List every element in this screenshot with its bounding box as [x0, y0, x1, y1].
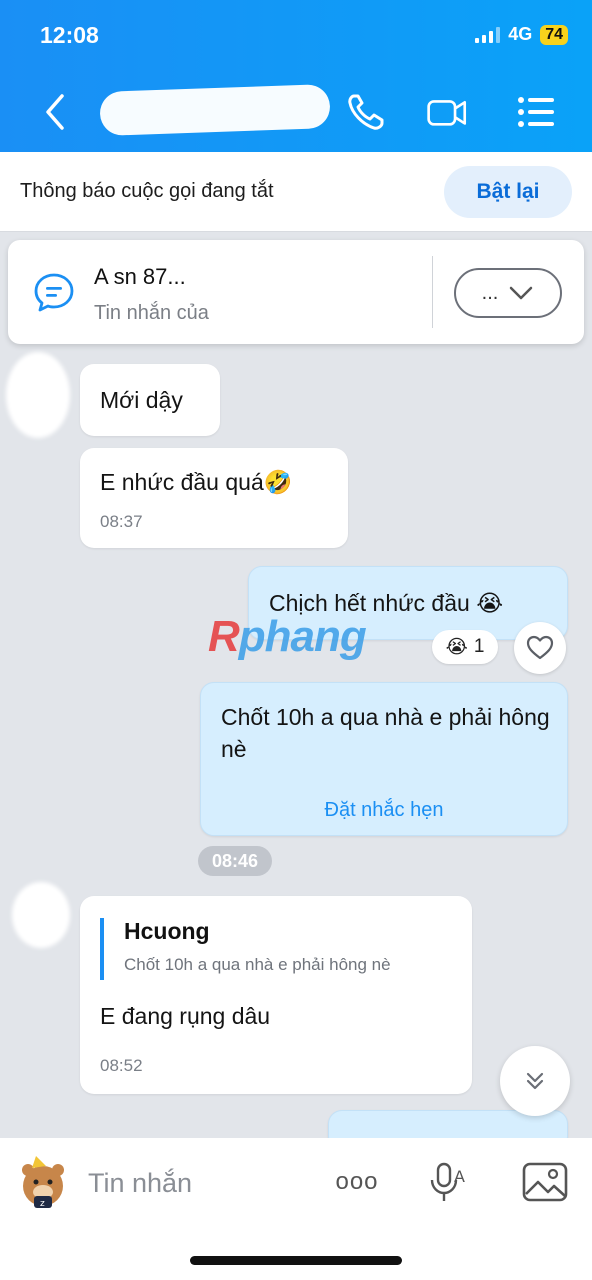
- heart-icon: [526, 635, 554, 660]
- banner-text: Thông báo cuộc gọi đang tắt: [20, 180, 274, 202]
- reaction-badge[interactable]: 😭 1: [432, 630, 498, 664]
- pinned-subtitle: Tin nhắn của: [94, 302, 209, 324]
- network-label: 4G: [508, 24, 533, 44]
- menu-list-icon[interactable]: [514, 90, 558, 134]
- react-heart-button[interactable]: [514, 622, 566, 674]
- message-bubble-icon: [34, 273, 74, 312]
- pinned-message[interactable]: A sn 87... Tin nhắn của ...: [8, 240, 584, 344]
- status-time: 12:08: [40, 22, 99, 48]
- pinned-more-button[interactable]: ...: [454, 268, 562, 318]
- svg-text:z: z: [40, 1199, 45, 1209]
- message-text: E nhức đầu quá🤣: [100, 469, 293, 495]
- message-text: Mới dậy: [100, 387, 183, 413]
- sticker-bear-icon[interactable]: z: [14, 1152, 72, 1210]
- watermark-first: R: [208, 612, 240, 661]
- redacted-avatar: [12, 882, 70, 948]
- phone-call-icon[interactable]: [344, 90, 388, 134]
- video-call-icon[interactable]: [426, 90, 470, 134]
- quoted-sender: Hcuong: [124, 918, 210, 944]
- svg-text:A: A: [454, 1167, 465, 1186]
- message-text: E đang rụng dâu: [100, 1003, 271, 1029]
- outgoing-message[interactable]: Chốt 10h a qua nhà e phải hông nè Đặt nh…: [200, 682, 568, 836]
- time-divider: 08:46: [198, 846, 272, 876]
- image-gallery-icon[interactable]: [520, 1160, 570, 1204]
- message-text: Chốt 10h a qua nhà e phải hông nè: [221, 704, 550, 762]
- reaction-count: 1: [473, 636, 485, 657]
- quoted-text: Chốt 10h a qua nhà e phải hông nè: [124, 955, 391, 974]
- pinned-divider: [432, 256, 433, 328]
- back-arrow-icon[interactable]: [38, 90, 74, 134]
- message-input-bar: z Tin nhắn ooo A: [0, 1138, 592, 1280]
- watermark-logo: Rphang: [208, 612, 367, 662]
- quoted-message[interactable]: Hcuong Chốt 10h a qua nhà e phải hông nè: [100, 918, 460, 980]
- message-input[interactable]: Tin nhắn: [88, 1168, 192, 1199]
- incoming-message[interactable]: E nhức đầu quá🤣 08:37: [80, 448, 348, 548]
- more-dots: ...: [481, 281, 499, 304]
- more-options-icon: ooo: [335, 1168, 379, 1195]
- battery-icon: 74: [540, 24, 568, 45]
- contact-name-redacted[interactable]: [99, 83, 331, 137]
- reaction-emoji: 😭: [445, 636, 468, 658]
- status-bar: 12:08 4G 74: [40, 22, 568, 52]
- pinned-title: A sn 87...: [94, 264, 186, 289]
- voice-input-icon[interactable]: A: [426, 1160, 476, 1204]
- message-time: 08:37: [100, 512, 143, 531]
- scroll-to-bottom-button[interactable]: [500, 1046, 570, 1116]
- nav-bar: [0, 83, 592, 140]
- home-indicator: [190, 1256, 402, 1265]
- set-reminder-link[interactable]: Đặt nhắc hẹn: [201, 799, 567, 822]
- incoming-message[interactable]: Mới dậy: [80, 364, 220, 436]
- call-notification-banner: Thông báo cuộc gọi đang tắt Bật lại: [0, 152, 592, 232]
- redacted-avatar: [6, 352, 70, 438]
- message-time: 08:52: [100, 1056, 143, 1075]
- incoming-reply-message[interactable]: Hcuong Chốt 10h a qua nhà e phải hông nè…: [80, 896, 472, 1094]
- turn-on-again-button[interactable]: Bật lại: [444, 166, 572, 218]
- chevron-down-icon: [510, 286, 533, 300]
- watermark-rest: phang: [238, 612, 367, 661]
- double-chevron-down-icon: [526, 1072, 544, 1090]
- signal-icon: [475, 26, 501, 43]
- more-options-button[interactable]: ooo: [332, 1160, 382, 1204]
- chat-header: 12:08 4G 74: [0, 0, 592, 152]
- status-right: 4G 74: [475, 24, 568, 45]
